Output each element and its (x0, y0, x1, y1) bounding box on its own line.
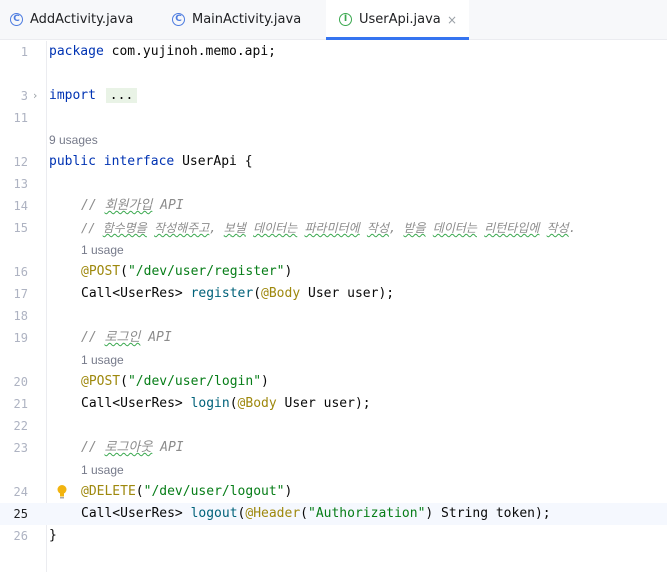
editor-tab-bar: C AddActivity.java C MainActivity.java I… (0, 0, 667, 40)
tab-userapi[interactable]: I UserApi.java × (326, 0, 469, 40)
line-number: 18 (13, 309, 28, 323)
comment: // 로그인 API (81, 330, 172, 345)
code-line: 24 @DELETE("/dev/user/logout") (0, 481, 667, 503)
code-text: import ... (49, 85, 138, 107)
code-text: Call<UserRes> login(@Body User user); (81, 396, 371, 411)
code-text: Call<UserRes> logout(@Header("Authorizat… (81, 506, 551, 521)
usages-hint[interactable]: 1 usage (81, 459, 124, 481)
line-number: 1 (20, 45, 28, 59)
line-number: 14 (13, 199, 28, 213)
line-number: 12 (13, 155, 28, 169)
fold-expand-icon[interactable]: › (33, 85, 37, 107)
line-number: 20 (13, 375, 28, 389)
code-text: package com.yujinoh.memo.api; (49, 44, 276, 59)
code-line: 21 Call<UserRes> login(@Body User user); (0, 393, 667, 415)
line-number: 26 (13, 529, 28, 543)
code-editor[interactable]: 1 package com.yujinoh.memo.api; 3 › impo… (0, 41, 667, 572)
code-text: public interface UserApi { (49, 154, 253, 169)
folded-imports[interactable]: ... (105, 88, 138, 103)
line-number: 15 (13, 221, 28, 235)
line-number: 11 (13, 111, 28, 125)
code-text: @POST("/dev/user/login") (81, 374, 269, 389)
code-line: 11 (0, 107, 667, 129)
code-line: 3 › import ... (0, 85, 667, 107)
code-line: 20 @POST("/dev/user/login") (0, 371, 667, 393)
class-icon: C (10, 13, 23, 26)
tab-label: MainActivity.java (192, 12, 302, 27)
code-line: 14 // 회원가입 API (0, 195, 667, 217)
class-icon: C (172, 13, 185, 26)
tab-label: UserApi.java (359, 12, 441, 27)
code-line: 1 package com.yujinoh.memo.api; (0, 41, 667, 63)
code-line: 18 (0, 305, 667, 327)
code-line: 22 (0, 415, 667, 437)
inlay-hint-row: 1 usage (0, 349, 667, 371)
line-number: 25 (13, 507, 28, 521)
line-number: 3 (20, 89, 28, 103)
code-text: @POST("/dev/user/register") (81, 264, 293, 279)
code-line: 19 // 로그인 API (0, 327, 667, 349)
code-text: } (49, 528, 57, 543)
close-tab-icon[interactable]: × (447, 0, 457, 40)
code-line: 12 public interface UserApi { (0, 151, 667, 173)
line-number: 21 (13, 397, 28, 411)
usages-hint[interactable]: 9 usages (49, 129, 98, 151)
code-line: 17 Call<UserRes> register(@Body User use… (0, 283, 667, 305)
comment: // 함수명을 작성해주고, 보낼 데이터는 파라미터에 작성, 받을 데이터는… (81, 221, 576, 235)
code-text: @DELETE("/dev/user/logout") (81, 484, 293, 499)
code-line: 13 (0, 173, 667, 195)
code-line: 15 // 함수명을 작성해주고, 보낼 데이터는 파라미터에 작성, 받을 데… (0, 217, 667, 239)
lightbulb-icon[interactable] (57, 484, 67, 500)
comment: // 로그아웃 API (81, 440, 184, 455)
code-line: 16 @POST("/dev/user/register") (0, 261, 667, 283)
code-line-current: 25 Call<UserRes> logout(@Header("Authori… (0, 503, 667, 525)
code-line: 23 // 로그아웃 API (0, 437, 667, 459)
line-number: 22 (13, 419, 28, 433)
tab-label: AddActivity.java (30, 12, 134, 27)
line-number: 24 (13, 485, 28, 499)
code-line: 26 } (0, 525, 667, 547)
line-number: 19 (13, 331, 28, 345)
comment: // 회원가입 API (81, 198, 184, 213)
usages-hint[interactable]: 1 usage (81, 349, 124, 371)
inlay-hint-row: 1 usage (0, 239, 667, 261)
tab-mainactivity[interactable]: C MainActivity.java (162, 0, 326, 40)
line-number: 13 (13, 177, 28, 191)
line-number: 17 (13, 287, 28, 301)
tab-addactivity[interactable]: C AddActivity.java (0, 0, 162, 40)
interface-icon: I (339, 13, 352, 26)
usages-hint[interactable]: 1 usage (81, 239, 124, 261)
line-number: 23 (13, 441, 28, 455)
code-text: Call<UserRes> register(@Body User user); (81, 286, 395, 301)
inlay-hint-row: 1 usage (0, 459, 667, 481)
line-number: 16 (13, 265, 28, 279)
inlay-hint-row: 9 usages (0, 129, 667, 151)
